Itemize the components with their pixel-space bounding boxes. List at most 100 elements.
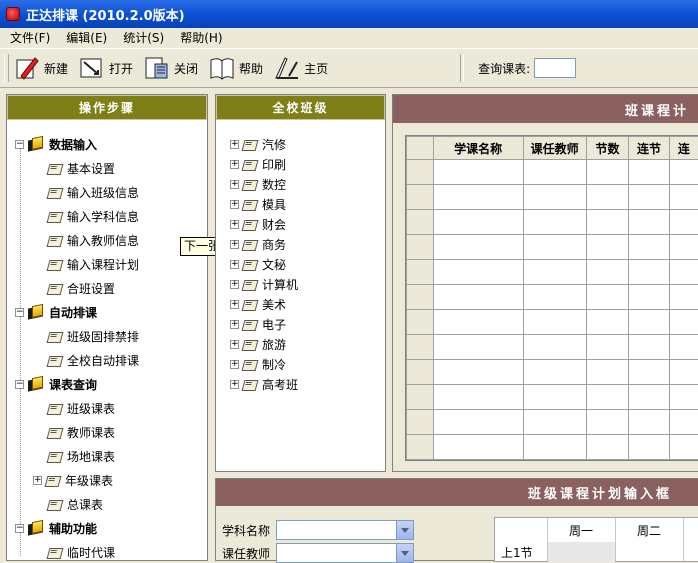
new-button[interactable]: 新建 [13, 54, 68, 82]
column-header[interactable]: 节数 [586, 137, 628, 160]
class-item[interactable]: +汽修 [230, 134, 286, 154]
table-row[interactable] [407, 210, 698, 235]
table-row[interactable] [407, 185, 698, 210]
query-label: 查询课表: [478, 60, 530, 77]
toolbar-separator [460, 54, 464, 82]
class-item[interactable]: +美术 [230, 294, 286, 314]
class-item[interactable]: +旅游 [230, 334, 286, 354]
step-item[interactable]: 合班设置 [47, 278, 115, 298]
collapse-toggle[interactable]: − [15, 380, 24, 389]
collapse-toggle[interactable]: − [15, 524, 24, 533]
query-input[interactable] [534, 58, 576, 78]
subject-select[interactable] [276, 520, 414, 540]
note-icon [47, 498, 63, 511]
table-row[interactable] [407, 310, 698, 335]
note-icon [242, 258, 258, 271]
open-button[interactable]: 打开 [78, 54, 133, 82]
group-timetable-query[interactable]: − 课表查询 [15, 374, 97, 394]
collapse-toggle[interactable]: − [15, 308, 24, 317]
step-item[interactable]: 基本设置 [47, 158, 115, 178]
expand-toggle[interactable]: + [230, 180, 239, 189]
column-header[interactable]: 连节 [629, 137, 670, 160]
step-item[interactable]: 临时代课 [47, 542, 115, 562]
group-auxiliary[interactable]: − 辅助功能 [15, 518, 97, 538]
expand-toggle[interactable]: + [230, 200, 239, 209]
close-button[interactable]: 关闭 [143, 54, 198, 82]
group-label: 自动排课 [49, 304, 97, 321]
expand-toggle[interactable]: + [230, 300, 239, 309]
column-header[interactable]: 学课名称 [433, 137, 523, 160]
note-icon [47, 162, 63, 175]
class-item[interactable]: +高考班 [230, 374, 298, 394]
collapse-toggle[interactable]: − [15, 140, 24, 149]
period-cell[interactable] [548, 542, 615, 562]
class-item[interactable]: +印刷 [230, 154, 286, 174]
expand-toggle[interactable]: + [230, 160, 239, 169]
class-item[interactable]: +商务 [230, 234, 286, 254]
expand-toggle[interactable]: + [230, 380, 239, 389]
menu-file[interactable]: 文件(F) [10, 29, 50, 46]
menu-stats[interactable]: 统计(S) [123, 29, 164, 46]
expand-toggle[interactable]: + [230, 280, 239, 289]
table-row[interactable] [407, 410, 698, 435]
column-header[interactable]: 连 [669, 137, 698, 160]
step-item[interactable]: 输入学科信息 [47, 206, 139, 226]
expand-toggle[interactable]: + [230, 320, 239, 329]
class-item[interactable]: +模具 [230, 194, 286, 214]
expand-toggle[interactable]: + [230, 140, 239, 149]
class-item[interactable]: +制冷 [230, 354, 286, 374]
table-row[interactable] [407, 360, 698, 385]
table-row[interactable] [407, 260, 698, 285]
step-item[interactable]: 班级固排禁排 [47, 326, 139, 346]
table-row[interactable] [407, 435, 698, 460]
step-item[interactable]: 输入课程计划 [47, 254, 139, 274]
teacher-label: 课任教师 [222, 545, 270, 562]
menu-edit[interactable]: 编辑(E) [66, 29, 107, 46]
class-item[interactable]: +文秘 [230, 254, 286, 274]
help-button[interactable]: 帮助 [208, 54, 263, 82]
teacher-field: 课任教师 [222, 543, 414, 563]
step-item[interactable]: 总课表 [47, 494, 103, 514]
menu-help[interactable]: 帮助(H) [180, 29, 222, 46]
step-item[interactable]: 场地课表 [47, 446, 115, 466]
group-auto-schedule[interactable]: − 自动排课 [15, 302, 97, 322]
expand-toggle[interactable]: + [33, 476, 42, 485]
table-row[interactable] [407, 385, 698, 410]
note-icon [242, 178, 258, 191]
chevron-down-icon[interactable] [396, 521, 413, 539]
step-item-grade[interactable]: +年级课表 [33, 470, 113, 490]
expand-toggle[interactable]: + [230, 360, 239, 369]
help-button-label: 帮助 [239, 60, 263, 77]
week-grid[interactable]: 周一 周二 上1节 [494, 517, 698, 562]
step-item[interactable]: 全校自动排课 [47, 350, 139, 370]
class-item[interactable]: +计算机 [230, 274, 298, 294]
step-item[interactable]: 输入班级信息 [47, 182, 139, 202]
table-row[interactable] [407, 285, 698, 310]
class-item[interactable]: +数控 [230, 174, 286, 194]
step-item[interactable]: 教师课表 [47, 422, 115, 442]
toolbar: 新建 打开 关闭 帮助 主页 查询课表: [0, 48, 698, 88]
expand-toggle[interactable]: + [230, 220, 239, 229]
expand-toggle[interactable]: + [230, 260, 239, 269]
group-data-input[interactable]: − 数据输入 [15, 134, 97, 154]
table-row[interactable] [407, 160, 698, 185]
grid-corner [407, 137, 434, 160]
teacher-select[interactable] [276, 543, 414, 563]
course-plan-grid[interactable]: 学课名称 课任教师 节数 连节 连 [405, 135, 698, 461]
expand-toggle[interactable]: + [230, 340, 239, 349]
open-doc-icon [78, 54, 106, 82]
table-row[interactable] [407, 335, 698, 360]
toolbar-grip[interactable] [4, 54, 9, 82]
class-item[interactable]: +财会 [230, 214, 286, 234]
home-button-label: 主页 [304, 60, 328, 77]
class-item[interactable]: +电子 [230, 314, 286, 334]
step-item[interactable]: 班级课表 [47, 398, 115, 418]
expand-toggle[interactable]: + [230, 240, 239, 249]
note-icon [242, 358, 258, 371]
step-item[interactable]: 输入教师信息 [47, 230, 139, 250]
window-title: 正达排课 (2010.2.0版本) [26, 5, 185, 24]
chevron-down-icon[interactable] [396, 544, 413, 562]
table-row[interactable] [407, 235, 698, 260]
home-button[interactable]: 主页 [273, 54, 328, 82]
column-header[interactable]: 课任教师 [523, 137, 586, 160]
